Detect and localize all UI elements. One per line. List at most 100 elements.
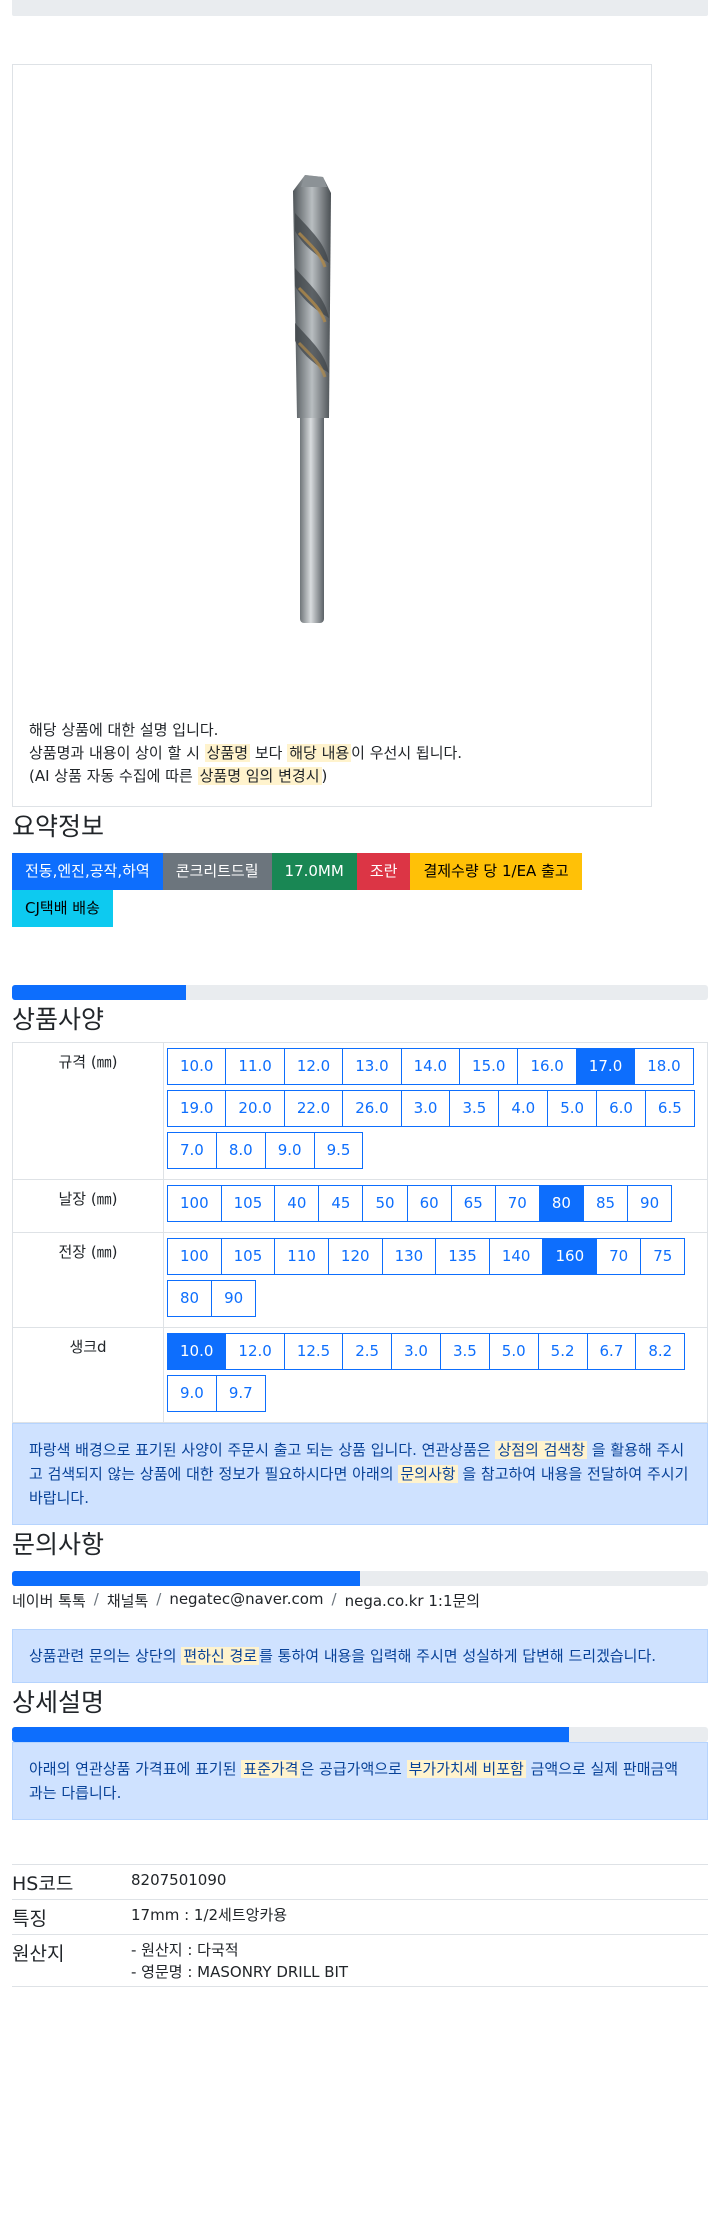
spec-option-selected[interactable]: 17.0 [575,1048,636,1085]
spec-option-selected[interactable]: 10.0 [167,1333,227,1370]
detail-notice: 아래의 연관상품 가격표에 표기된 표준가격 은 공급가액으로 부가가치세 비포함… [12,1742,708,1820]
info-row: HS코드 8207501090 [12,1864,708,1900]
specs-title: 상품사양 [12,1005,105,1034]
spec-option[interactable]: 14.0 [400,1048,461,1085]
highlight-content: 해당 내용 [287,744,352,762]
spec-label: 전장 (㎜) [12,1232,164,1328]
summary-title: 요약정보 [12,812,105,841]
link-separator: / [331,1590,337,1608]
drill-bit-image [293,175,331,623]
spec-option[interactable]: 75 [640,1238,686,1275]
spec-option[interactable]: 9.0 [264,1132,315,1169]
spec-option[interactable]: 45 [318,1185,364,1222]
inquiry-link[interactable]: nega.co.kr 1:1문의 [345,1590,481,1611]
spec-option-selected[interactable]: 160 [542,1238,598,1275]
spec-option[interactable]: 65 [450,1185,496,1222]
spec-options: 10.0 11.0 12.0 13.0 14.0 15.0 16.0 17.0 18.0 19.0… [163,1042,708,1180]
spec-option[interactable]: 6.0 [596,1090,646,1127]
highlight-name-change: 상품명 임의 변경시 [197,767,322,785]
highlight-vat-excluded: 부가가치세 비포함 [406,1760,526,1778]
spec-option[interactable]: 80 [167,1280,213,1317]
spec-option[interactable]: 20.0 [225,1090,285,1127]
spec-option[interactable]: 90 [627,1185,673,1222]
spec-option[interactable]: 105 [220,1238,276,1275]
spec-option[interactable]: 6.7 [586,1333,637,1370]
spec-options: 100 105 110 120 130 135 140 160 70 75 80 90 [163,1232,708,1328]
spec-option[interactable]: 130 [381,1238,437,1275]
top-progress-bar [12,0,708,16]
spec-option[interactable]: 40 [274,1185,320,1222]
spec-option[interactable]: 19.0 [167,1090,227,1127]
spec-option[interactable]: 3.5 [449,1090,500,1127]
desc-line-1: 해당 상품에 대한 설명 입니다. [29,721,219,739]
spec-option[interactable]: 120 [327,1238,383,1275]
specs-notice: 파랑색 배경으로 표기된 사양이 주문시 출고 되는 상품 입니다. 연관상품은… [12,1423,708,1525]
inquiry-notice: 상품관련 문의는 상단의 편하신 경로 를 통하여 내용을 입력해 주시면 성실하… [12,1629,708,1683]
spec-label: 날장 (㎜) [12,1179,164,1233]
inquiry-links: 네이버 톡톡 / 채널톡 / negatec@naver.com / nega.co.kr … [12,1590,708,1611]
spec-option[interactable]: 5.0 [488,1333,539,1370]
spec-option[interactable]: 9.7 [215,1375,266,1412]
spec-option[interactable]: 15.0 [459,1048,519,1085]
specs-progress-fill [12,985,186,1000]
inquiry-link[interactable]: negatec@naver.com [169,1590,323,1611]
spec-option[interactable]: 3.5 [439,1333,490,1370]
summary-badges: 전동,엔진,공작,하역 콘크리트드릴 17.0MM 조란 결제수량 당 1/EA 출고 C… [12,853,672,927]
spec-option[interactable]: 5.2 [537,1333,588,1370]
spec-option[interactable]: 3.0 [391,1333,441,1370]
spec-option[interactable]: 10.0 [167,1048,227,1085]
spec-option[interactable]: 8.0 [215,1132,266,1169]
spec-option[interactable]: 4.0 [498,1090,549,1127]
inquiry-link[interactable]: 네이버 톡톡 [12,1590,86,1611]
desc-text: 보다 [250,744,288,762]
spec-option[interactable]: 6.5 [644,1090,695,1127]
spec-option[interactable]: 90 [211,1280,257,1317]
summary-badge: 17.0MM [271,853,357,890]
spec-option[interactable]: 5.0 [547,1090,598,1127]
spec-option[interactable]: 9.0 [167,1375,217,1412]
spec-options: 100 105 40 45 50 60 65 70 80 85 90 [163,1179,708,1233]
spec-option[interactable]: 60 [406,1185,452,1222]
product-description: 해당 상품에 대한 설명 입니다. 상품명과 내용이 상이 할 시 상품명 보다… [29,719,462,788]
spec-row: 전장 (㎜) 100 105 110 120 130 135 140 160 70 75 80 90 [12,1232,708,1328]
spec-option[interactable]: 100 [167,1185,222,1222]
inquiry-progress-bar [12,1571,708,1586]
spec-options: 10.0 12.0 12.5 2.5 3.0 3.5 5.0 5.2 6.7 8.2 9.0 9.7 [163,1327,708,1423]
spec-option[interactable]: 11.0 [225,1048,285,1085]
summary-badge: 결제수량 당 1/EA 출고 [410,853,582,890]
spec-option[interactable]: 18.0 [634,1048,694,1085]
spec-option[interactable]: 100 [167,1238,222,1275]
spec-label: 규격 (㎜) [12,1042,164,1180]
desc-text: 상품명과 내용이 상이 할 시 [29,744,205,762]
spec-option[interactable]: 2.5 [342,1333,393,1370]
spec-option[interactable]: 3.0 [400,1090,451,1127]
spec-option[interactable]: 50 [362,1185,408,1222]
spec-option[interactable]: 8.2 [635,1333,686,1370]
spec-option[interactable]: 105 [220,1185,276,1222]
spec-option[interactable]: 26.0 [342,1090,402,1127]
spec-option[interactable]: 135 [435,1238,490,1275]
notice-text: 상품관련 문의는 상단의 [29,1647,182,1665]
spec-option[interactable]: 70 [596,1238,642,1275]
inquiry-link[interactable]: 채널톡 [107,1590,148,1611]
spec-option[interactable]: 12.5 [283,1333,344,1370]
summary-badge: 조란 [356,853,411,890]
spec-option[interactable]: 12.0 [225,1333,285,1370]
spec-option[interactable]: 140 [488,1238,544,1275]
spec-option[interactable]: 16.0 [517,1048,577,1085]
spec-option[interactable]: 7.0 [167,1132,217,1169]
spec-option[interactable]: 70 [494,1185,540,1222]
info-value-line: - 원산지 : 다국적 [131,1941,239,1959]
spec-option[interactable]: 110 [274,1238,329,1275]
spec-option[interactable]: 22.0 [283,1090,344,1127]
spec-option[interactable]: 9.5 [313,1132,364,1169]
spec-option[interactable]: 13.0 [342,1048,402,1085]
info-value-line: 8207501090 [131,1871,227,1889]
desc-text: (AI 상품 자동 수집에 따른 [29,767,198,785]
spec-option[interactable]: 85 [582,1185,629,1222]
spec-option[interactable]: 12.0 [283,1048,344,1085]
spec-option-selected[interactable]: 80 [538,1185,584,1222]
detail-progress-fill [12,1727,569,1742]
info-value-line: 17mm : 1/2세트앙카용 [131,1906,288,1924]
summary-badge: CJ택배 배송 [12,890,113,927]
